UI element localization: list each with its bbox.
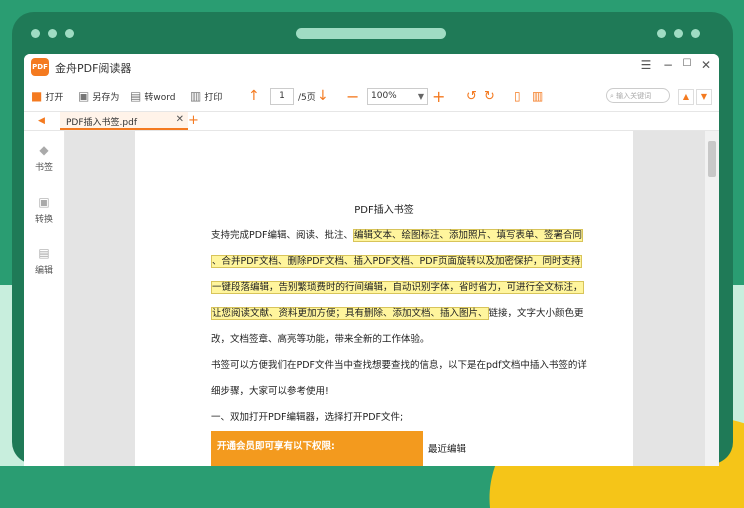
zoom-out-icon[interactable]: − [346,87,359,106]
sidebar-item-label: 转换 [34,215,53,225]
text-run: 支持完成PDF编辑、阅读、批注、 [211,230,354,241]
save-as-button[interactable]: ▣ 另存为 [78,88,119,104]
paragraph-line: 支持完成PDF编辑、阅读、批注、编辑文本、绘图标注、添加照片、填写表单、签署合同 [211,227,584,242]
paragraph-line: 书签可以方便我们在PDF文件当中查找想要查找的信息，以下是在pdf文档中插入书签… [211,360,587,371]
maximize-icon[interactable]: ☐ [679,58,695,69]
text-run: 链接，文字大小颜色更 [488,308,584,319]
print-button[interactable]: ▥ 打印 [190,88,222,104]
app-logo: PDF [31,58,49,76]
pdf-page[interactable]: PDF插入书签 支持完成PDF编辑、阅读、批注、编辑文本、绘图标注、添加照片、填… [135,131,633,466]
tab-document[interactable]: PDF插入书签.pdf ✕ [60,112,188,130]
recent-edit-label: 最近编辑 [428,444,467,455]
sidebar-item-bookmark[interactable]: ◆ 书签 [24,143,64,173]
sidebar-item-convert[interactable]: ▣ 转换 [24,195,64,225]
frame-dot [691,29,700,38]
banner-text: 开通会员即可享有以下权限: [217,441,335,452]
single-page-icon[interactable]: ▯ [514,88,521,104]
sidebar: ◆ 书签 ▣ 转换 ▤ 编辑 [24,131,65,466]
close-tab-icon[interactable]: ✕ [176,114,184,125]
highlight-annotation[interactable]: 一键段落编辑，告别繁琐费时的行间编辑，自动识别字体，省时省力，可进行全文标注， [211,281,584,294]
highlight-annotation[interactable]: 、合并PDF文档、删除PDF文档、插入PDF文档、PDF页面旋转以及加密保护，同… [211,255,582,268]
tab-bar: ◀ PDF插入书签.pdf ✕ + [24,112,719,131]
zoom-select[interactable]: 100% ▼ [367,88,428,105]
open-label: 打开 [45,92,64,103]
scrollbar-thumb[interactable] [708,141,716,177]
edit-icon: ▤ [38,246,50,260]
double-page-icon[interactable]: ▥ [532,88,543,104]
paragraph-line: 细步骤，大家可以参考使用! [211,386,329,397]
search-prev-icon[interactable]: ▲ [678,89,694,105]
search-next-icon[interactable]: ▼ [696,89,712,105]
page-number-input[interactable]: 1 [270,88,294,105]
sidebar-item-edit[interactable]: ▤ 编辑 [24,246,64,276]
toolbar: ■ 打开 ▣ 另存为 ▤ 转word ▥ 打印 ↑ 1 /5页 ↓ − 100%… [24,81,719,112]
highlight-annotation[interactable]: 编辑文本、绘图标注、添加照片、填写表单、签署合同 [353,229,584,242]
print-label: 打印 [204,92,223,103]
page-total: /5页 [298,92,316,103]
save-as-label: 另存为 [92,92,120,103]
open-button[interactable]: ■ 打开 [31,88,63,104]
chevron-down-icon: ▼ [417,92,424,101]
printer-icon: ▥ [190,89,202,103]
to-word-button[interactable]: ▤ 转word [130,88,175,104]
sidebar-item-label: 编辑 [34,266,53,276]
paragraph-line: 一、双加打开PDF编辑器，选择打开PDF文件; [211,412,404,423]
paragraph-line: 让您阅读文献、资料更加方便；具有删除、添加文档、插入图片、链接，文字大小颜色更 [211,305,584,320]
zoom-in-icon[interactable]: + [432,87,445,106]
membership-banner: 开通会员即可享有以下权限: [211,431,423,466]
close-icon[interactable]: ✕ [698,58,714,72]
save-icon: ▣ [78,89,90,103]
convert-icon: ▣ [38,195,50,209]
minimize-icon[interactable]: − [660,58,676,72]
folder-icon: ■ [31,89,43,103]
sidebar-item-label: 书签 [34,163,53,173]
vertical-scrollbar[interactable] [705,131,719,466]
frame-pill [296,28,446,39]
frame-dot [674,29,683,38]
bookmark-icon: ◆ [39,143,49,157]
app-window: PDF 金舟PDF阅读器 ☰ − ☐ ✕ ■ 打开 ▣ 另存为 ▤ 转word … [24,54,719,466]
frame-dot [31,29,40,38]
paragraph-line: 改，文档签章、高亮等功能，带来全新的工作体验。 [211,334,430,345]
title-bar: PDF 金舟PDF阅读器 ☰ − ☐ ✕ [24,54,719,81]
paragraph-line: 一键段落编辑，告别繁琐费时的行间编辑，自动识别字体，省时省力，可进行全文标注， [211,279,584,294]
collapse-panel-icon[interactable]: ◀ [38,113,45,129]
highlight-annotation[interactable]: 让您阅读文献、资料更加方便；具有删除、添加文档、插入图片、 [211,307,489,320]
zoom-value: 100% [371,91,397,101]
frame-dot [657,29,666,38]
frame-dot [48,29,57,38]
new-tab-icon[interactable]: + [188,112,199,128]
tab-label: PDF插入书签.pdf [66,118,137,128]
app-title: 金舟PDF阅读器 [55,62,132,75]
rotate-left-icon[interactable]: ↺ [466,88,477,104]
search-input[interactable]: ⌕ 输入关键词 [606,88,670,103]
word-icon: ▤ [130,89,142,103]
frame-dot [65,29,74,38]
to-word-label: 转word [144,92,176,103]
document-canvas[interactable]: PDF插入书签 支持完成PDF编辑、阅读、批注、编辑文本、绘图标注、添加照片、填… [65,131,719,466]
document-title: PDF插入书签 [354,205,414,216]
search-placeholder: 输入关键词 [616,92,652,100]
next-page-icon[interactable]: ↓ [317,88,329,104]
paragraph-line: 、合并PDF文档、删除PDF文档、插入PDF文档、PDF页面旋转以及加密保护，同… [211,253,582,268]
menu-icon[interactable]: ☰ [638,58,654,72]
rotate-right-icon[interactable]: ↻ [484,88,495,104]
prev-page-icon[interactable]: ↑ [248,88,260,104]
